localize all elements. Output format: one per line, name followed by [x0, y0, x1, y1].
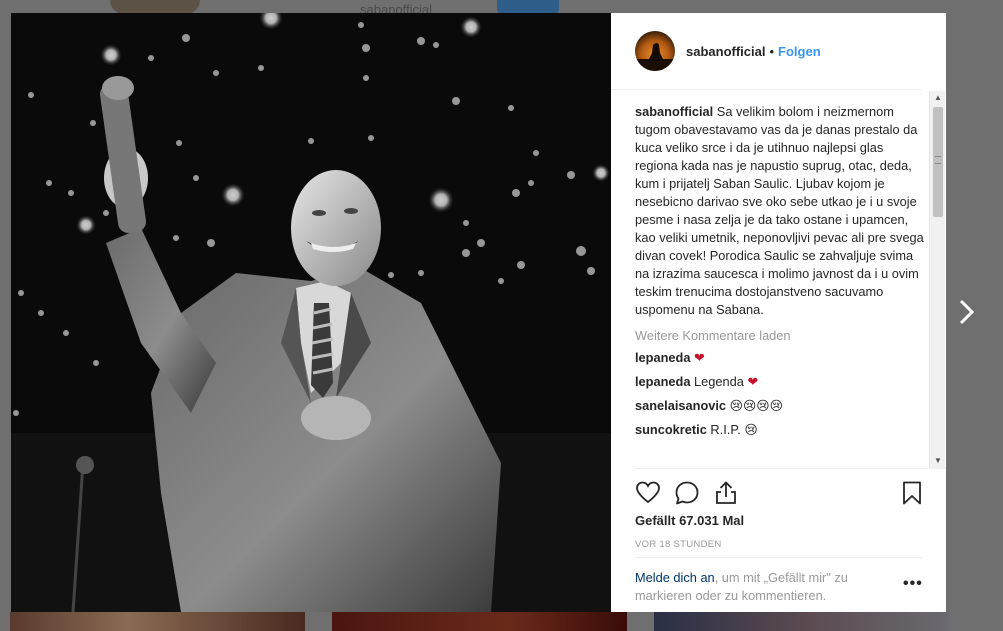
- action-bar: [635, 480, 925, 506]
- share-button[interactable]: [713, 480, 739, 506]
- more-options-button[interactable]: •••: [903, 575, 923, 593]
- bookmark-icon: [903, 481, 921, 505]
- comment-item: lepaneda ❤: [635, 349, 925, 373]
- header-separator: •: [769, 43, 775, 59]
- comment-username[interactable]: lepaneda: [635, 350, 690, 365]
- comment-text: Legenda: [694, 374, 744, 389]
- comment-username[interactable]: lepaneda: [635, 374, 690, 389]
- login-link[interactable]: Melde dich an: [635, 570, 715, 585]
- post-sidebar: sabanofficial • Folgen sabanofficial Sa …: [611, 13, 946, 612]
- comment-username[interactable]: suncokretic: [635, 422, 707, 437]
- user-avatar[interactable]: [635, 31, 675, 71]
- crying-emoji: 😢😢😢😢: [729, 398, 783, 413]
- comment-username[interactable]: sanelaisanovic: [635, 398, 726, 413]
- background-thumbnail: [332, 612, 627, 631]
- comment-icon: [675, 481, 699, 505]
- scroll-up-arrow-icon[interactable]: ▲: [930, 91, 946, 105]
- next-post-button[interactable]: [955, 296, 979, 328]
- save-button[interactable]: [899, 480, 925, 506]
- post-header: sabanofficial • Folgen: [611, 13, 922, 90]
- load-more-comments-button[interactable]: Weitere Kommentare laden: [635, 327, 925, 349]
- background-follow-button: [497, 0, 559, 13]
- heart-emoji: ❤: [747, 374, 759, 389]
- background-thumbnail: [10, 612, 305, 631]
- follow-button[interactable]: Folgen: [778, 44, 821, 59]
- scroll-down-arrow-icon[interactable]: ▼: [930, 454, 946, 468]
- heart-emoji: ❤: [694, 350, 705, 365]
- comments-list: sabanofficial Sa velikim bolom i neizmer…: [635, 103, 925, 467]
- post-caption: sabanofficial Sa velikim bolom i neizmer…: [635, 103, 925, 319]
- post-timestamp: VOR 18 STUNDEN: [635, 539, 722, 550]
- divider: [635, 557, 922, 558]
- heart-icon: [636, 481, 660, 504]
- avatar-silhouette: [635, 43, 675, 71]
- background-thumbnails: [0, 612, 1003, 631]
- scroll-thumb[interactable]: [933, 107, 943, 217]
- login-prompt: Melde dich an, um mit „Gefällt mir" zu m…: [635, 569, 895, 605]
- comment-item: suncokretic R.I.P. 😢: [635, 421, 925, 445]
- caption-text: Sa velikim bolom i neizmernom tugom obav…: [635, 104, 924, 317]
- comments-scrollbar[interactable]: ▲ ▼: [929, 91, 945, 468]
- background-thumbnail: [654, 612, 949, 631]
- crying-emoji: 😢: [744, 422, 758, 437]
- like-button[interactable]: [635, 480, 661, 506]
- share-icon: [716, 481, 736, 504]
- caption-username[interactable]: sabanofficial: [635, 104, 713, 119]
- header-username[interactable]: sabanofficial: [686, 44, 765, 59]
- comment-button[interactable]: [674, 480, 700, 506]
- singer-photo: [11, 13, 611, 612]
- likes-count[interactable]: Gefällt 67.031 Mal: [635, 513, 744, 528]
- divider: [635, 468, 946, 469]
- comment-item: sanelaisanovic 😢😢😢😢: [635, 397, 925, 421]
- post-modal: sabanofficial • Folgen sabanofficial Sa …: [11, 13, 946, 612]
- comment-item: lepaneda Legenda ❤: [635, 373, 925, 397]
- post-photo: [11, 13, 611, 612]
- comment-text: R.I.P.: [710, 422, 741, 437]
- background-avatar: [110, 0, 200, 14]
- chevron-right-icon: [959, 299, 975, 325]
